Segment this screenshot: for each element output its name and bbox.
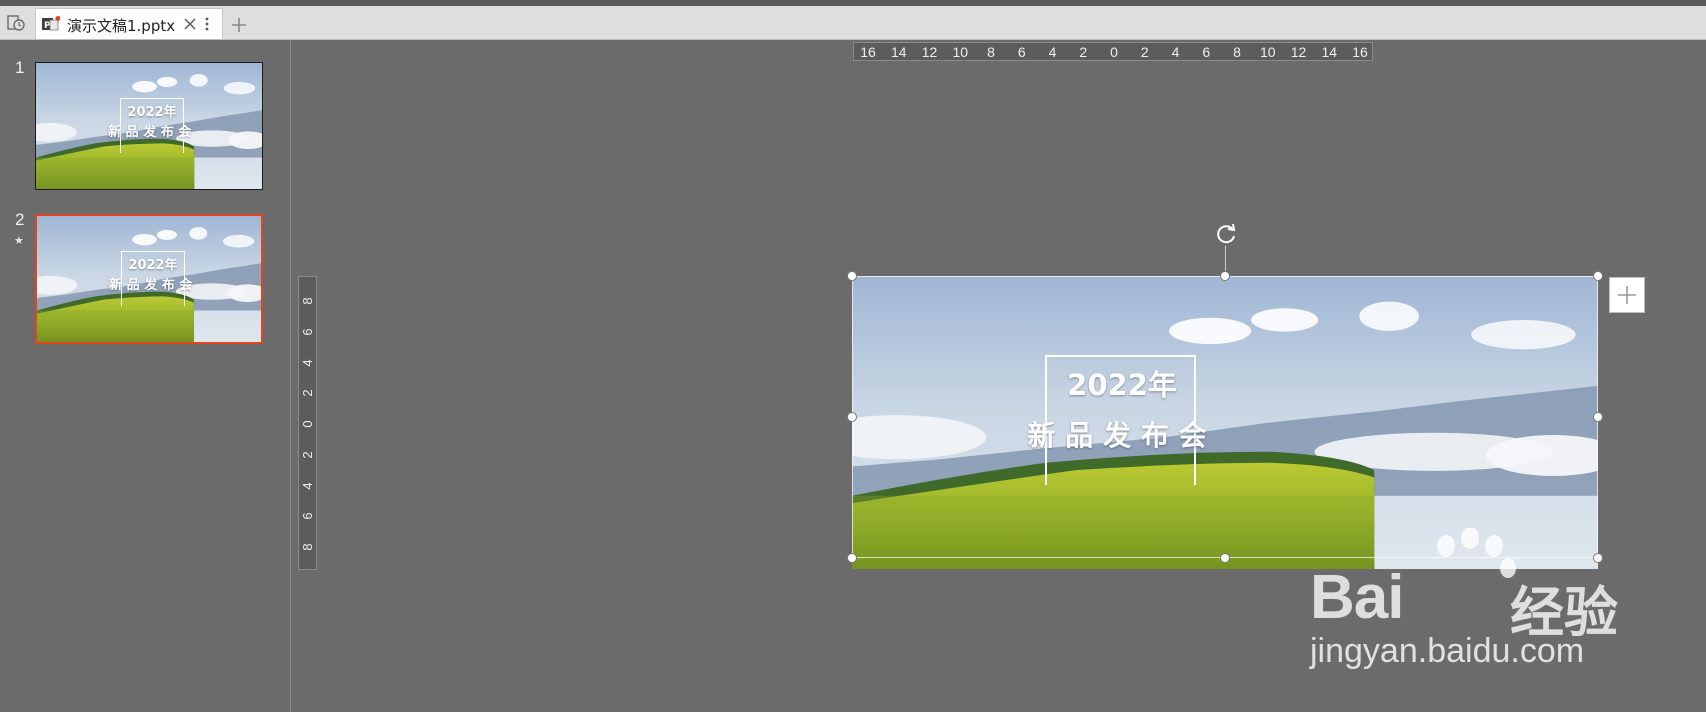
ruler-tick-label: 16 [1352, 44, 1368, 60]
ruler-tick-label: 8 [300, 297, 315, 305]
slide-number: 1 [15, 58, 25, 77]
slide-scene: 2022年 新品发布会 [37, 216, 261, 342]
slide-title-main: 新品发布会 [109, 278, 197, 293]
slide-title-main: 新品发布会 [108, 125, 196, 140]
ruler-tick-label: 6 [1017, 44, 1026, 60]
ruler-tick-label: 14 [1321, 44, 1338, 60]
add-tab-icon[interactable] [231, 17, 247, 33]
plus-icon [1618, 286, 1636, 304]
slide-scene: 2022年 新品发布会 [852, 276, 1598, 569]
ruler-tick-label: 10 [1259, 44, 1276, 60]
add-element-button[interactable] [1609, 277, 1645, 313]
vertical-ruler[interactable]: 8 6 4 2 0 2 4 6 8 [298, 276, 317, 570]
resize-handle-top-right[interactable] [1593, 271, 1603, 281]
slide-thumbnail-2[interactable]: 2022年 新品发布会 [35, 214, 263, 344]
resize-handle-left[interactable] [847, 412, 857, 422]
ruler-tick-label: 2 [1140, 44, 1149, 60]
ruler-tick-label: 10 [952, 44, 969, 60]
ruler-tick-label: 16 [860, 44, 876, 60]
watermark: Bai 经验 jingyan.baidu.com [1310, 528, 1640, 678]
horizontal-ruler[interactable]: 16 14 12 10 8 6 4 2 0 2 4 6 8 10 12 14 16 [853, 42, 1373, 61]
slide-title-year: 2022年 [128, 258, 178, 273]
close-icon[interactable] [183, 16, 197, 30]
resize-handle-bottom[interactable] [1220, 553, 1230, 563]
ruler-tick-label: 2 [300, 451, 315, 459]
ruler-tick-label: 4 [300, 358, 315, 367]
ruler-tick-label: 14 [890, 44, 907, 60]
ruler-tick-label: 6 [300, 328, 315, 336]
home-icon[interactable] [6, 14, 26, 32]
ruler-tick-label: 12 [1290, 44, 1307, 60]
slide-title-main: 新品发布会 [1027, 419, 1217, 452]
ruler-tick-label: 8 [300, 543, 315, 551]
ruler-tick-label: 2 [300, 389, 315, 397]
tab-bar: P 演示文稿1.pptx [0, 6, 1706, 40]
slide-scene: 2022年 新品发布会 [36, 63, 262, 189]
watermark-brand: Bai [1310, 563, 1404, 632]
slide-number: 2 [15, 210, 25, 229]
resize-handle-right[interactable] [1593, 412, 1603, 422]
ruler-tick-label: 8 [987, 44, 995, 60]
ruler-tick-label: 4 [1171, 44, 1180, 60]
watermark-url: jingyan.baidu.com [1310, 632, 1585, 670]
ruler-tick-label: 8 [1233, 44, 1241, 60]
ruler-tick-label: 2 [1079, 44, 1088, 60]
ppt-file-icon: P [42, 16, 61, 32]
resize-handle-bottom-left[interactable] [847, 553, 857, 563]
slide-title-year: 2022年 [127, 105, 177, 120]
selected-picture[interactable]: 2022年 新品发布会 [852, 276, 1598, 569]
tab-document[interactable]: P 演示文稿1.pptx [35, 8, 223, 39]
resize-handle-top[interactable] [1220, 271, 1230, 281]
animation-star-icon: ★ [14, 234, 24, 247]
tab-title: 演示文稿1.pptx [67, 17, 176, 35]
resize-handle-top-left[interactable] [847, 271, 857, 281]
ruler-tick-label: 0 [300, 420, 315, 428]
ruler-tick-label: 4 [300, 481, 315, 490]
ruler-tick-label: 12 [921, 44, 938, 60]
slide-thumbnail-1[interactable]: 2022年 新品发布会 [35, 62, 263, 190]
ruler-tick-label: 0 [1110, 44, 1118, 60]
ruler-tick-label: 6 [300, 512, 315, 520]
slide-title-year: 2022年 [1067, 368, 1177, 402]
rotate-icon[interactable] [1213, 221, 1239, 247]
ruler-tick-label: 6 [1202, 44, 1211, 60]
ruler-tick-label: 4 [1048, 44, 1057, 60]
more-icon[interactable] [203, 15, 211, 33]
slide-thumbnails-pane: 1 2022年 新品发布会 2 ★ 2022年 新品发布会 [0, 40, 291, 712]
